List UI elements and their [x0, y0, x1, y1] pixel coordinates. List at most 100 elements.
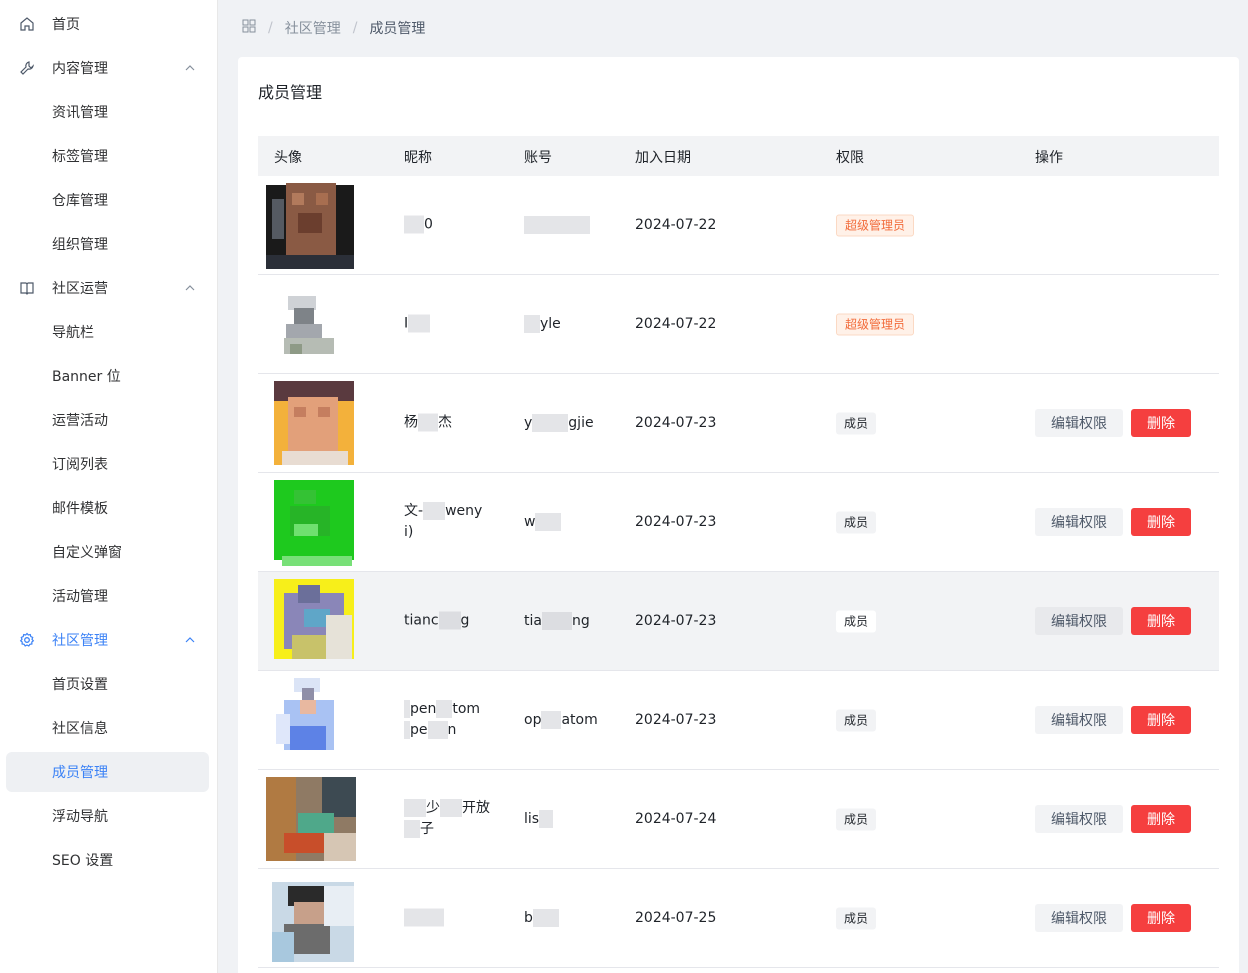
breadcrumb-item-community[interactable]: 社区管理	[285, 18, 341, 38]
account-part: lis	[524, 811, 540, 827]
nickname-part: 杰	[438, 414, 452, 431]
sidebar-item-members[interactable]: 成员管理	[0, 752, 217, 792]
member-account: tia ng	[524, 612, 590, 630]
sidebar-item-home[interactable]: 首页	[0, 2, 217, 46]
redaction-block	[404, 820, 420, 838]
member-join-date: 2024-07-25	[635, 910, 717, 926]
table-row: 少开放子 lis 2024-07-24 成员 编辑权限 删除	[258, 770, 1219, 869]
member-account: y gjie	[524, 414, 594, 432]
member-join-date: 2024-07-23	[635, 613, 717, 629]
delete-button[interactable]: 删除	[1131, 409, 1191, 437]
member-account: lis	[524, 810, 554, 828]
sidebar-group-community[interactable]: 社区管理	[0, 618, 217, 662]
member-nickname: pen tom pe n	[404, 699, 500, 741]
sidebar-item-label: 导航栏	[52, 325, 94, 341]
sidebar-item-news[interactable]: 资讯管理	[0, 90, 217, 134]
sidebar-item-orgs[interactable]: 组织管理	[0, 222, 217, 266]
nickname-part: pen	[410, 701, 437, 717]
sidebar-item-events[interactable]: 活动管理	[0, 574, 217, 618]
sidebar-item-label: 成员管理	[52, 765, 108, 781]
member-nickname	[404, 908, 500, 929]
account-part: w	[524, 514, 536, 530]
column-header-nickname: 昵称	[404, 150, 432, 166]
sidebar-item-label: 活动管理	[52, 589, 108, 605]
sidebar-item-email-templates[interactable]: 邮件模板	[0, 486, 217, 530]
avatar	[264, 377, 356, 469]
sidebar-item-tags[interactable]: 标签管理	[0, 134, 217, 178]
sidebar-item-home-settings[interactable]: 首页设置	[0, 662, 217, 706]
role-badge: 成员	[836, 907, 877, 930]
edit-permission-button[interactable]: 编辑权限	[1035, 904, 1123, 932]
sidebar-item-label: 内容管理	[52, 61, 108, 77]
redaction-block	[541, 711, 562, 729]
delete-button[interactable]: 删除	[1131, 706, 1191, 734]
member-role: 超级管理员	[836, 214, 915, 237]
redaction-block	[532, 414, 569, 432]
member-nickname: 0	[404, 215, 500, 236]
table-row: 文-weny i) w 2024-07-23 成员 编辑权限 删除	[258, 473, 1219, 572]
nickname-part: g	[460, 612, 470, 629]
edit-permission-button[interactable]: 编辑权限	[1035, 508, 1123, 536]
sidebar-item-subscriptions[interactable]: 订阅列表	[0, 442, 217, 486]
wrench-icon	[18, 59, 36, 77]
sidebar-item-seo[interactable]: SEO 设置	[0, 838, 217, 882]
delete-button[interactable]: 删除	[1131, 607, 1191, 635]
column-header-account: 账号	[524, 150, 552, 166]
account-part: y	[524, 415, 533, 431]
sidebar-item-label: 社区管理	[52, 633, 108, 649]
sidebar-item-label: 自定义弹窗	[52, 545, 122, 561]
account-part: tia	[524, 613, 542, 629]
edit-permission-button[interactable]: 编辑权限	[1035, 607, 1123, 635]
sidebar-item-label: 仓库管理	[52, 193, 108, 209]
member-join-date: 2024-07-23	[635, 415, 717, 431]
delete-button[interactable]: 删除	[1131, 805, 1191, 833]
edit-permission-button[interactable]: 编辑权限	[1035, 409, 1123, 437]
member-role: 成员	[836, 610, 877, 633]
row-actions: 编辑权限 删除	[1035, 904, 1191, 932]
grid-icon[interactable]	[242, 19, 256, 37]
role-badge: 成员	[836, 610, 877, 633]
column-header-role: 权限	[836, 150, 864, 166]
redaction-block	[404, 215, 424, 234]
member-role: 成员	[836, 808, 877, 831]
sidebar-item-custom-popup[interactable]: 自定义弹窗	[0, 530, 217, 574]
column-header-join-date: 加入日期	[635, 150, 691, 166]
nickname-part: 子	[420, 821, 434, 837]
home-icon	[18, 15, 36, 33]
gear-icon	[18, 631, 36, 649]
sidebar-item-repos[interactable]: 仓库管理	[0, 178, 217, 222]
role-badge: 成员	[836, 412, 877, 435]
delete-button[interactable]: 删除	[1131, 904, 1191, 932]
redaction-block	[418, 413, 438, 432]
account-part: atom	[561, 712, 598, 728]
sidebar-group-content[interactable]: 内容管理	[0, 46, 217, 90]
member-nickname: 杨杰	[404, 413, 452, 432]
member-role: 成员	[836, 709, 877, 732]
chevron-up-icon	[183, 281, 197, 295]
edit-permission-button[interactable]: 编辑权限	[1035, 805, 1123, 833]
member-join-date: 2024-07-23	[635, 514, 717, 530]
sidebar-item-navbar[interactable]: 导航栏	[0, 310, 217, 354]
avatar	[264, 872, 356, 964]
delete-button[interactable]: 删除	[1131, 508, 1191, 536]
redaction-block	[532, 909, 559, 927]
sidebar-item-banner[interactable]: Banner 位	[0, 354, 217, 398]
sidebar-item-label: 邮件模板	[52, 501, 108, 517]
chevron-up-icon	[183, 633, 197, 647]
redaction-block	[535, 513, 562, 531]
table-row: b 2024-07-25 成员 编辑权限 删除	[258, 869, 1219, 968]
page-title: 成员管理	[258, 83, 323, 102]
sidebar-item-label: 运营活动	[52, 413, 108, 429]
breadcrumb-separator: /	[268, 20, 273, 36]
member-account	[524, 216, 590, 234]
sidebar-item-campaigns[interactable]: 运营活动	[0, 398, 217, 442]
sidebar-item-community-info[interactable]: 社区信息	[0, 706, 217, 750]
sidebar-group-operations[interactable]: 社区运营	[0, 266, 217, 310]
sidebar-item-floating-nav[interactable]: 浮动导航	[0, 794, 217, 838]
avatar	[264, 278, 356, 370]
sidebar-item-label: 首页	[52, 17, 80, 33]
nickname-part: 开放	[462, 800, 490, 816]
avatar	[264, 773, 356, 865]
account-part: ng	[571, 613, 590, 629]
edit-permission-button[interactable]: 编辑权限	[1035, 706, 1123, 734]
